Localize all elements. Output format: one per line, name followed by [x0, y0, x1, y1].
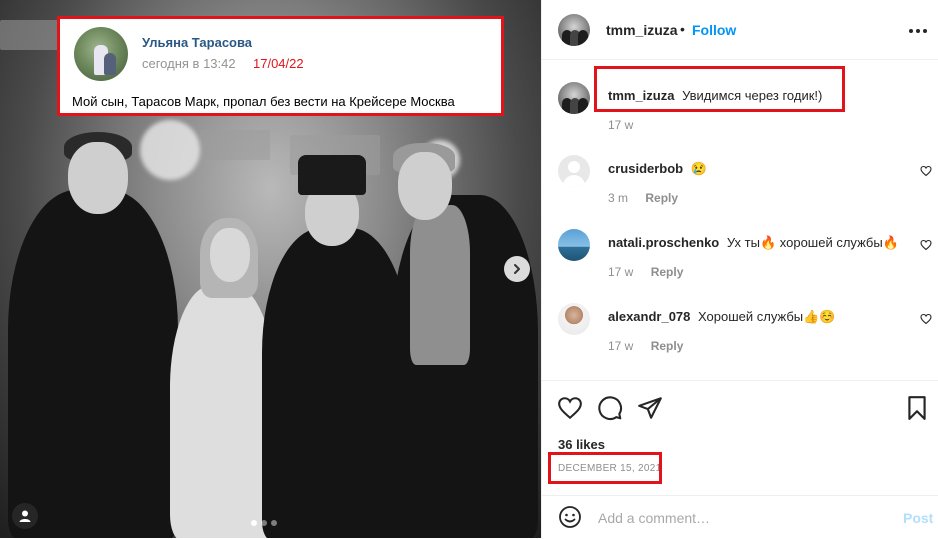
comment-input[interactable]: Add a comment… [598, 510, 710, 526]
comment-meta: 17 w Reply [608, 339, 683, 353]
tagged-users-button[interactable] [12, 503, 38, 529]
comment-age: 3 m [608, 191, 629, 205]
save-bookmark-icon[interactable] [906, 395, 928, 421]
post-photo[interactable]: Ульяна Тарасова сегодня в 13:42 17/04/22… [0, 0, 541, 538]
more-options-button[interactable] [908, 18, 928, 39]
comment-text: Хорошей службы👍☺️ [698, 309, 836, 324]
caption-age: 17 w [608, 118, 634, 132]
carousel-indicator [251, 520, 277, 526]
user-icon [19, 510, 31, 522]
commenter-avatar[interactable] [558, 155, 590, 187]
comment-username[interactable]: crusiderbob [608, 161, 683, 176]
comment-username[interactable]: alexandr_078 [608, 309, 690, 324]
comment-icon[interactable] [597, 395, 623, 421]
comment-text-row: natali.proschenko Ух ты🔥 хорошей службы🔥 [608, 235, 899, 251]
caption-avatar[interactable] [558, 82, 590, 114]
likes-count[interactable]: 36 likes [558, 437, 605, 452]
comment-text-row: crusiderbob 😢 [608, 161, 707, 177]
vk-post-date: 17/04/22 [253, 56, 304, 71]
comment-text: 😢 [690, 161, 707, 176]
author-avatar[interactable] [558, 14, 590, 46]
carousel-dot [271, 520, 277, 526]
reply-button[interactable]: Reply [651, 339, 684, 353]
comment-username[interactable]: natali.proschenko [608, 235, 719, 250]
vk-post-card: Ульяна Тарасова сегодня в 13:42 17/04/22… [57, 16, 504, 116]
highlight-box [548, 452, 662, 484]
post-header: tmm_izuza • Follow [542, 0, 938, 60]
background-sign [0, 20, 60, 50]
caption-meta: 17 w [608, 118, 633, 132]
emoji-icon[interactable] [558, 505, 582, 529]
vk-author-avatar [74, 27, 128, 81]
like-comment-icon[interactable] [920, 239, 932, 251]
background-light [140, 120, 200, 180]
separator-dot: • [680, 21, 685, 37]
like-icon[interactable] [557, 395, 583, 421]
post-comment-button[interactable]: Post [903, 510, 933, 526]
comment-text-row: alexandr_078 Хорошей службы👍☺️ [608, 309, 836, 325]
comment-age: 17 w [608, 339, 634, 353]
commenter-avatar[interactable] [558, 303, 590, 335]
carousel-dot [251, 520, 257, 526]
highlight-box [594, 66, 845, 112]
ellipsis-icon [909, 29, 927, 33]
carousel-next-button[interactable] [504, 256, 530, 282]
follow-button[interactable]: Follow [692, 22, 736, 38]
vk-post-text: Мой сын, Тарасов Марк, пропал без вести … [72, 94, 455, 109]
like-comment-icon[interactable] [920, 165, 932, 177]
chevron-right-icon [514, 264, 520, 274]
carousel-dot [261, 520, 267, 526]
comment-meta: 17 w Reply [608, 265, 683, 279]
background-sign [200, 130, 270, 160]
vk-author-name[interactable]: Ульяна Тарасова [142, 35, 252, 50]
author-username[interactable]: tmm_izuza [606, 22, 678, 38]
like-comment-icon[interactable] [920, 313, 932, 325]
vk-post-time: сегодня в 13:42 [142, 56, 236, 71]
post-side-panel: tmm_izuza • Follow tmm_izuza Увидимся че… [541, 0, 938, 538]
commenter-avatar[interactable] [558, 229, 590, 261]
reply-button[interactable]: Reply [645, 191, 678, 205]
comment-age: 17 w [608, 265, 634, 279]
comment-meta: 3 m Reply [608, 191, 678, 205]
share-icon[interactable] [637, 395, 663, 421]
comment-text: Ух ты🔥 хорошей службы🔥 [726, 235, 899, 250]
reply-button[interactable]: Reply [651, 265, 684, 279]
add-comment-bar: Add a comment… Post [542, 495, 938, 539]
